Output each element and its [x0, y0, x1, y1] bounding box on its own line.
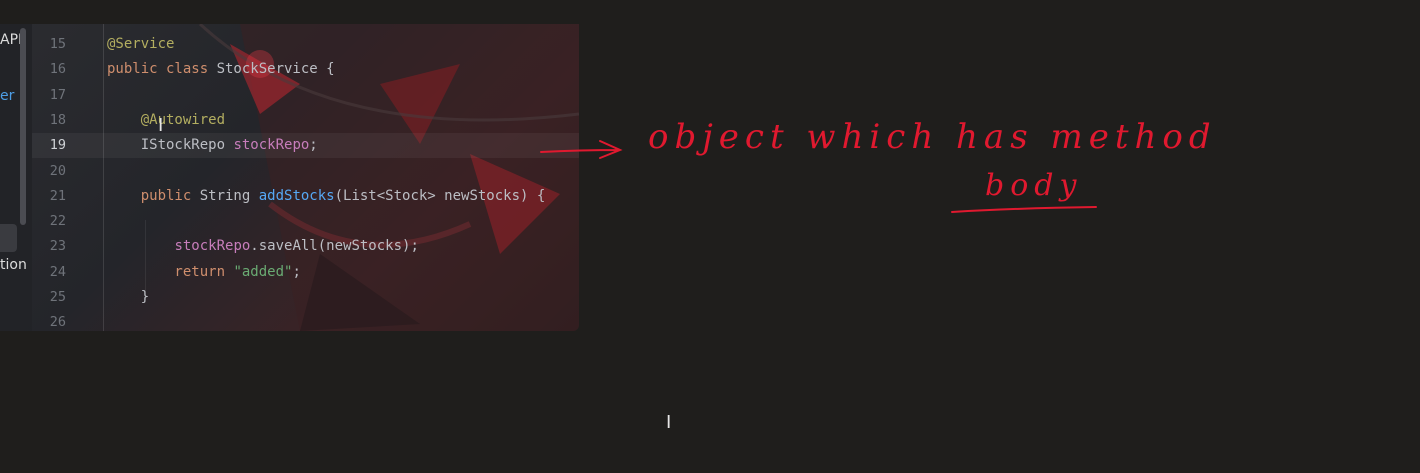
annotation-line1: object which has method: [648, 117, 1217, 157]
handwritten-annotation: object which has method body: [540, 117, 1217, 213]
underline: [951, 206, 1097, 213]
arrow-icon: [540, 140, 623, 159]
text-cursor-icon: I: [666, 412, 672, 433]
text-cursor-icon: I: [158, 115, 164, 136]
annotation-line2: body: [985, 168, 1082, 203]
